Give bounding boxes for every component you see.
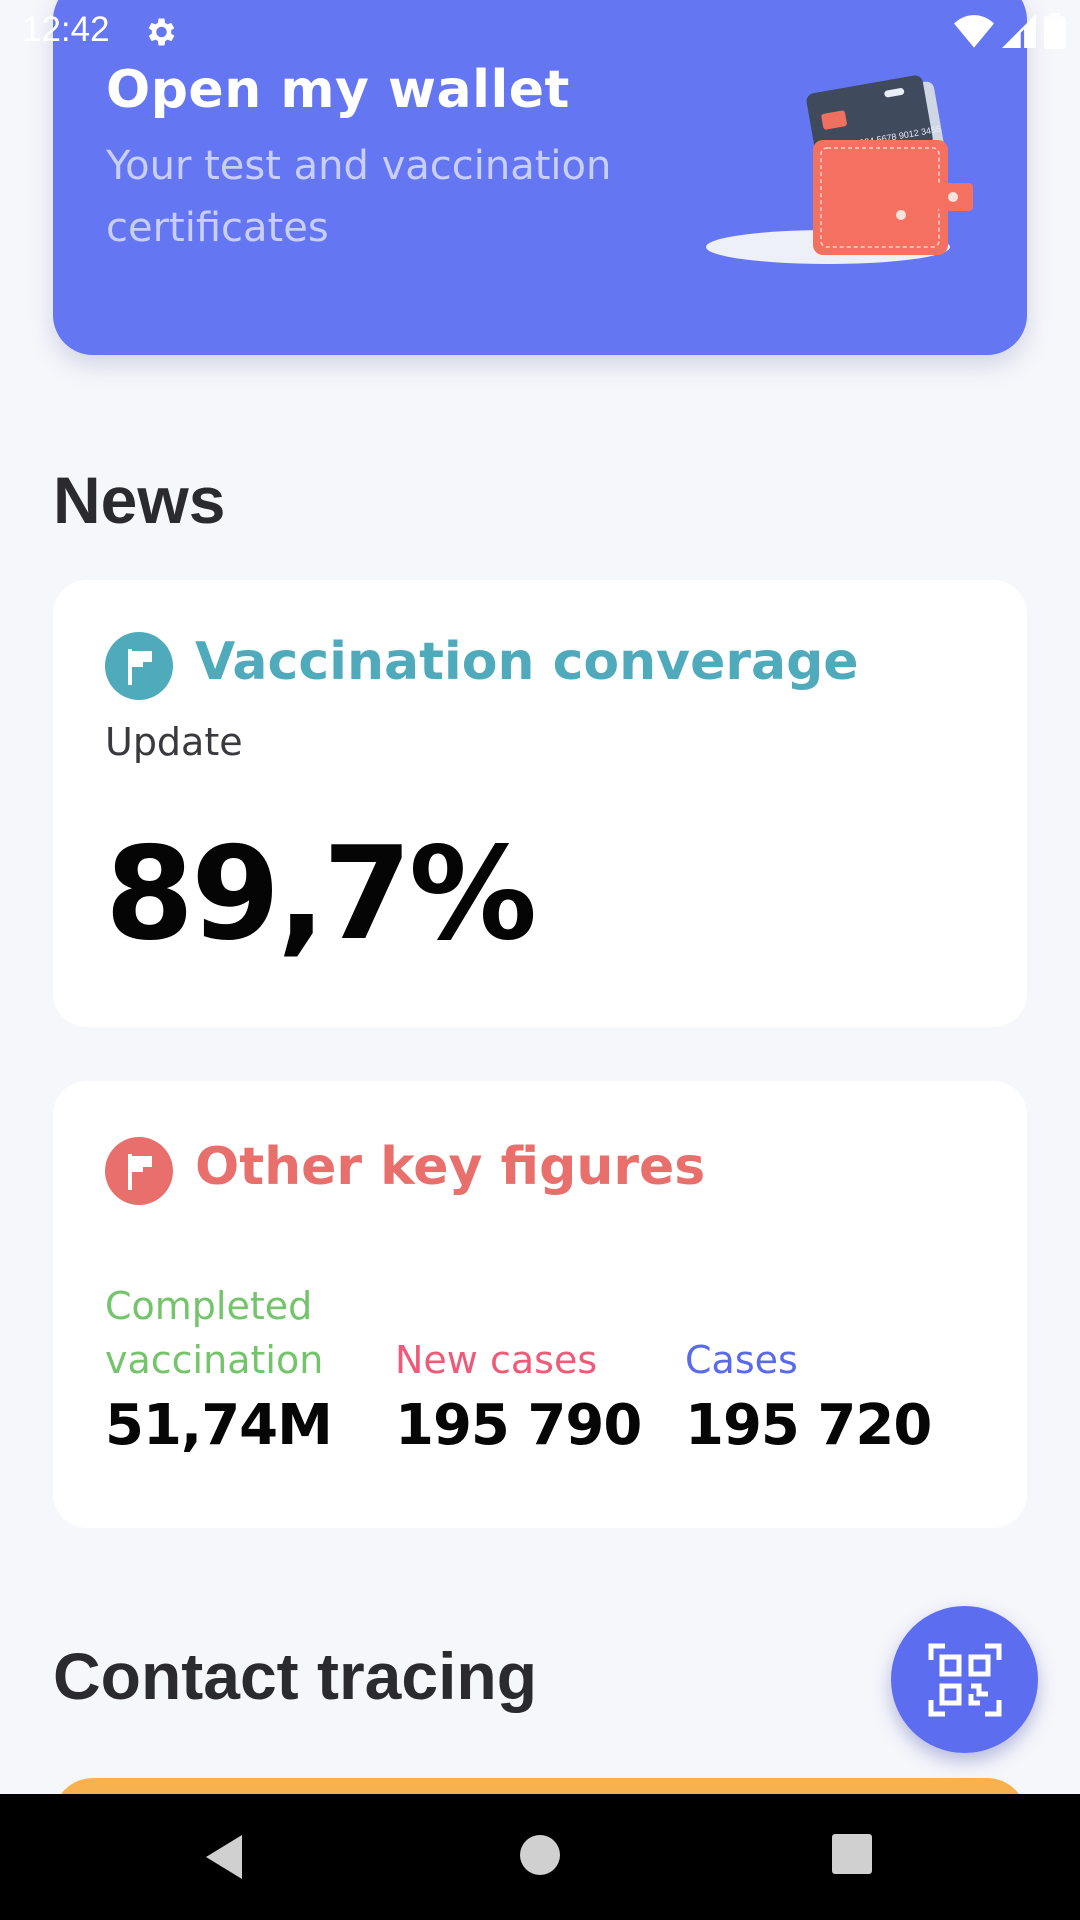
new-cases-label: New cases bbox=[395, 1338, 598, 1382]
coverage-title: Vaccination converage bbox=[195, 632, 859, 692]
wallet-subtitle: Your test and vaccination certificates bbox=[106, 143, 612, 251]
status-icons bbox=[954, 12, 1066, 50]
coverage-value: 89,7% bbox=[105, 820, 537, 969]
news-section-title: News bbox=[53, 463, 226, 537]
new-cases-figure: New cases 195 790 bbox=[395, 1333, 642, 1458]
cases-figure: Cases 195 720 bbox=[685, 1333, 932, 1458]
navigation-bar bbox=[0, 1794, 1080, 1920]
vaccination-coverage-card[interactable]: Vaccination converage Update 89,7% bbox=[53, 580, 1027, 1027]
gear-icon bbox=[148, 18, 175, 46]
signal-icon bbox=[1002, 14, 1036, 48]
cases-value: 195 720 bbox=[685, 1393, 932, 1458]
contact-tracing-section-title: Contact tracing bbox=[53, 1639, 538, 1713]
cases-label: Cases bbox=[685, 1338, 798, 1382]
wifi-icon bbox=[954, 15, 994, 48]
status-time: 12:42 bbox=[22, 10, 110, 49]
key-figures-card[interactable]: Other key figures Completed vaccination … bbox=[53, 1081, 1027, 1528]
completed-vaccination-label: Completed vaccination bbox=[105, 1284, 324, 1382]
wallet-body bbox=[813, 140, 948, 255]
back-icon[interactable] bbox=[200, 1832, 250, 1882]
new-cases-value: 195 790 bbox=[395, 1393, 642, 1458]
home-icon[interactable] bbox=[517, 1832, 563, 1878]
flag-icon bbox=[105, 632, 173, 700]
wallet-title: Open my wallet bbox=[106, 60, 570, 120]
status-bar: 12:42 bbox=[0, 0, 1080, 62]
recents-icon[interactable] bbox=[830, 1832, 874, 1876]
key-figures-title: Other key figures bbox=[195, 1137, 706, 1197]
wallet-illustration: 1234 5678 9012 3456 bbox=[706, 75, 973, 264]
qr-code-scan-button[interactable] bbox=[891, 1606, 1038, 1753]
flag-icon bbox=[105, 1137, 173, 1205]
completed-vaccination-value: 51,74M bbox=[105, 1393, 333, 1458]
coverage-subtitle: Update bbox=[105, 720, 243, 764]
battery-icon bbox=[1044, 13, 1066, 49]
completed-vaccination-figure: Completed vaccination 51,74M bbox=[105, 1279, 335, 1458]
qr-code-icon bbox=[928, 1643, 1001, 1716]
